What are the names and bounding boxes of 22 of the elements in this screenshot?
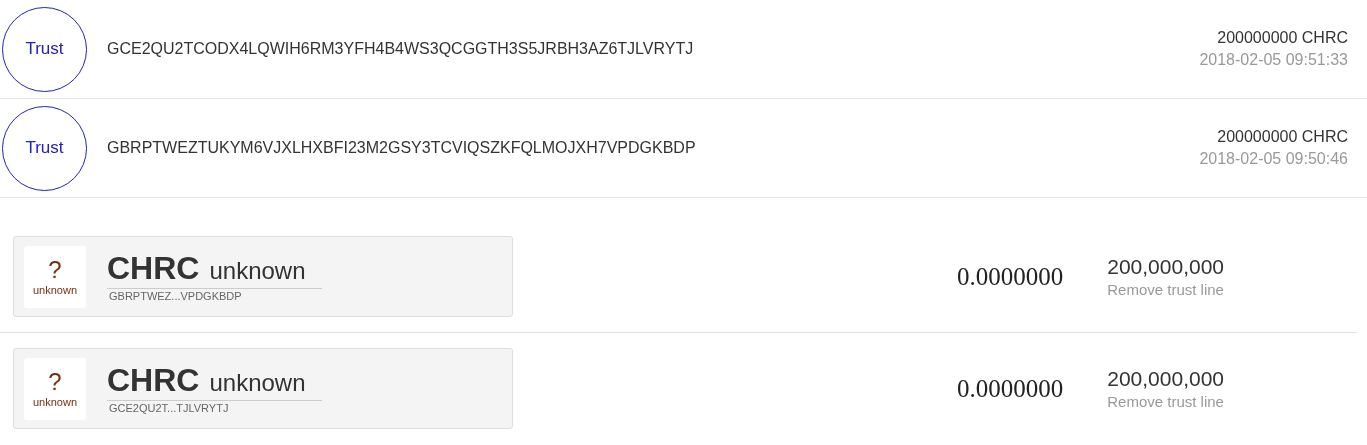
operation-time: 2018-02-05 09:51:33 [1199,50,1348,70]
trust-limit: 200,000,000 [1107,253,1225,280]
balance-amount: 0.0000000 [957,261,1064,292]
icon-label: unknown [32,282,77,297]
question-mark: ? [48,256,62,283]
issuer-address: GBRPTWEZ...VPDGKBDP [109,288,243,303]
account-address: GCE2QU2TCODX4LQWIH6RM3YFH4B4WS3QCGGTH3S5JRBH3AZ6TJLVRYTJ [107,39,694,59]
icon-label: unknown [32,394,77,409]
issuer-address: GCE2QU2T...TJLVRYTJ [109,400,230,415]
account-address: GBRPTWEZTUKYM6VJXLHXBFI23M2GSY3TCVIQSZKFQLMOJXH7VPDGKBDP [107,138,696,158]
operation-amount: 200000000 CHRC [1217,127,1348,147]
remove-trust-line-link[interactable]: Remove trust line [1107,279,1225,300]
operation-amount: 200000000 CHRC [1217,28,1348,48]
question-mark: ? [48,368,62,395]
asset-code: CHRC [107,362,200,397]
asset-domain: unknown [209,367,306,398]
operation-time: 2018-02-05 09:50:46 [1199,149,1348,169]
remove-trust-line-link[interactable]: Remove trust line [1107,391,1225,412]
asset-domain: unknown [209,255,306,286]
trust-limit: 200,000,000 [1107,365,1225,392]
asset-code: CHRC [107,250,200,285]
balance-amount: 0.0000000 [957,373,1064,404]
